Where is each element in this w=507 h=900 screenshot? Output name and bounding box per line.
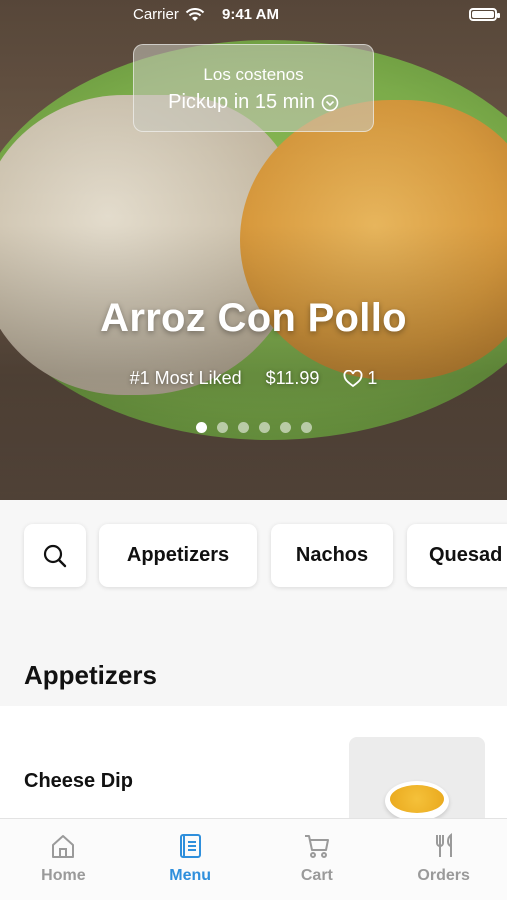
tab-cart[interactable]: Cart [254, 819, 381, 900]
tab-home[interactable]: Home [0, 819, 127, 900]
category-chip-quesadillas[interactable]: Quesad [407, 524, 507, 587]
tab-label: Orders [417, 867, 470, 884]
carousel-dots[interactable] [0, 422, 507, 433]
search-button[interactable] [24, 524, 86, 587]
pickup-eta: Pickup in 15 min [168, 91, 315, 113]
menu-book-icon [180, 834, 202, 858]
search-icon [43, 544, 67, 567]
heart-icon [343, 369, 363, 387]
carousel-dot[interactable] [258, 422, 270, 433]
carousel-dot[interactable] [300, 422, 312, 433]
carrier-label: Carrier [133, 6, 179, 23]
cart-icon [304, 835, 329, 858]
featured-hero[interactable]: Carrier 9:41 AM Los costenos Pickup in 1… [0, 0, 507, 500]
category-chip-nachos[interactable]: Nachos [271, 524, 393, 587]
carousel-dot[interactable] [279, 422, 291, 433]
fork-knife-icon [435, 832, 452, 857]
tab-orders[interactable]: Orders [380, 819, 507, 900]
pickup-selector[interactable]: Los costenos Pickup in 15 min [133, 44, 374, 132]
tab-label: Cart [300, 867, 333, 884]
tab-bar: Home Menu Cart Orders [0, 818, 507, 900]
section-title: Appetizers [24, 660, 157, 690]
featured-meta: #1 Most Liked $11.99 1 [0, 368, 507, 389]
home-icon [52, 835, 75, 858]
menu-item[interactable]: Cheese Dip [0, 706, 507, 832]
tab-label: Menu [169, 867, 212, 884]
tab-menu[interactable]: Menu [127, 819, 254, 900]
status-bar: Carrier 9:41 AM [0, 0, 507, 30]
battery-icon [469, 8, 500, 21]
menu-item-name: Cheese Dip [24, 770, 133, 792]
carousel-dot[interactable] [216, 422, 228, 433]
category-bar: Appetizers Nachos Quesad [0, 500, 507, 610]
featured-price: $11.99 [265, 368, 320, 388]
featured-title: Arroz Con Pollo [100, 296, 407, 340]
tab-label: Home [41, 867, 86, 884]
featured-rank: #1 Most Liked [129, 368, 242, 388]
chevron-down-circle-icon [321, 94, 339, 111]
restaurant-name: Los costenos [203, 65, 304, 84]
category-chip-appetizers[interactable]: Appetizers [99, 524, 257, 587]
clock: 9:41 AM [222, 6, 279, 23]
carousel-dot[interactable] [195, 422, 207, 433]
carousel-dot[interactable] [237, 422, 249, 433]
wifi-icon [185, 7, 205, 21]
likes-count: 1 [367, 368, 378, 388]
featured-likes[interactable]: 1 [343, 368, 377, 389]
